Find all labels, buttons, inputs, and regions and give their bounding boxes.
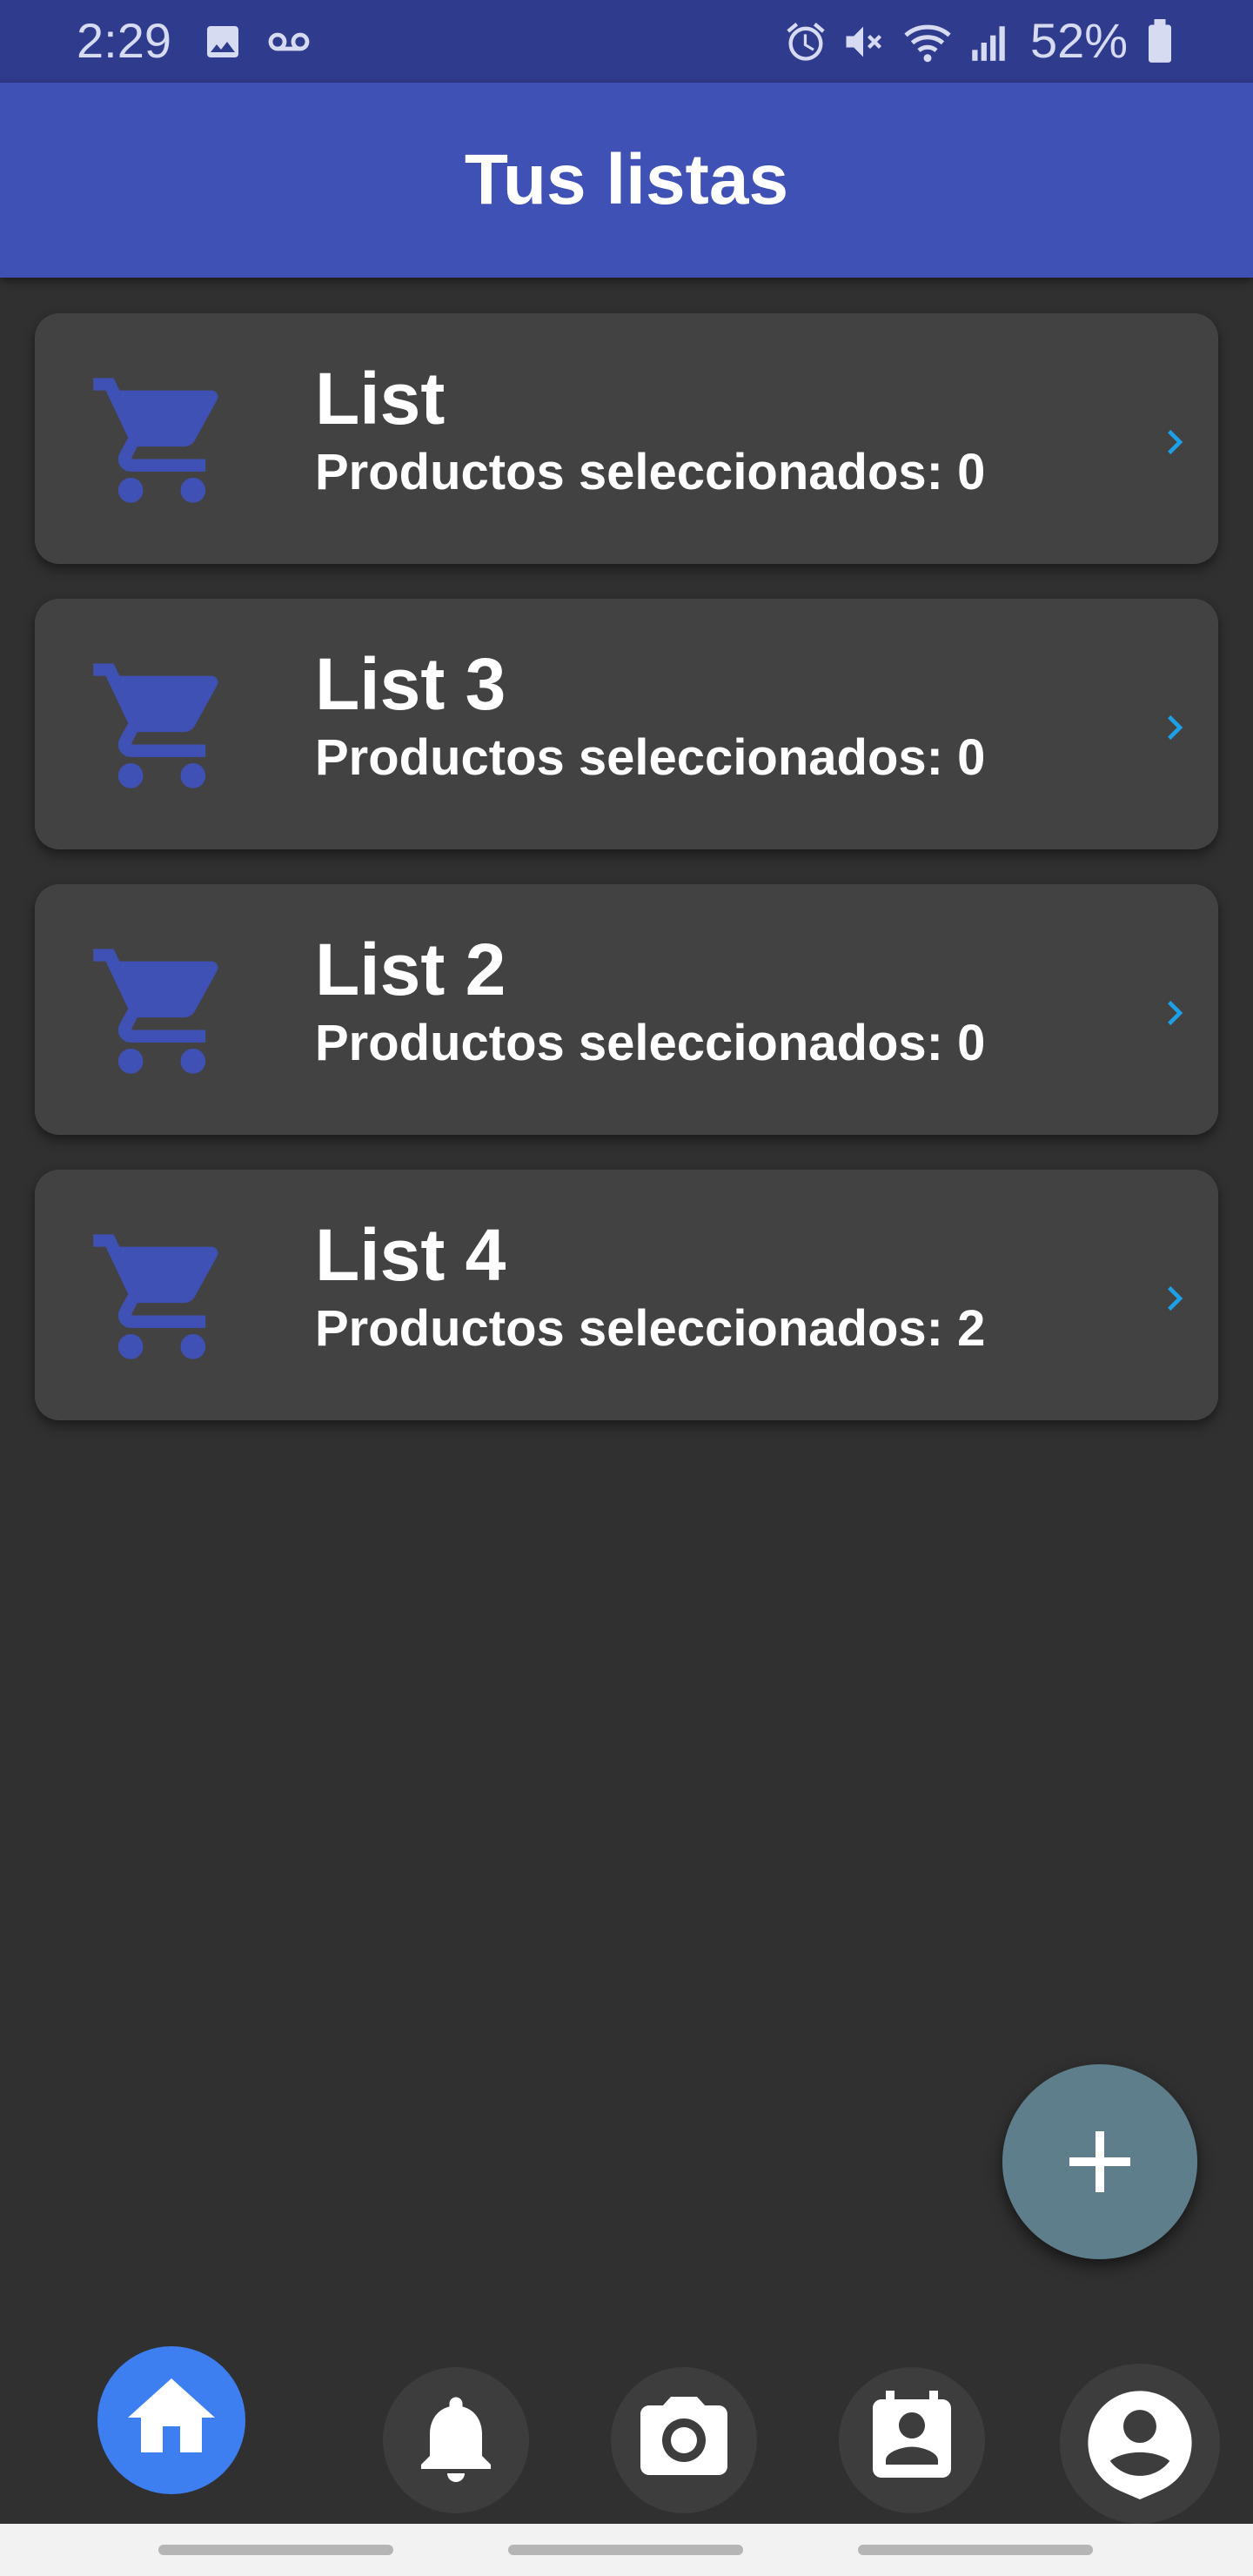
nav-notifications-button[interactable] [383, 2367, 529, 2513]
shopping-cart-icon [87, 936, 237, 1086]
home-icon [128, 2378, 215, 2452]
system-navigation-bar [0, 2524, 1253, 2576]
shopping-cart-icon [87, 1222, 237, 1372]
wifi-icon [901, 17, 954, 66]
list-card[interactable]: List Productos seleccionados: 0 [35, 313, 1218, 564]
back-gesture-pill[interactable] [858, 2545, 1093, 2555]
bell-icon [421, 2397, 491, 2482]
list-subtitle: Productos seleccionados: 0 [315, 444, 986, 500]
shopping-cart-icon [87, 366, 237, 515]
chevron-right-icon [1150, 418, 1199, 466]
gallery-icon [202, 21, 244, 63]
app-bar: Tus listas [0, 83, 1253, 278]
list-title: List 2 [315, 929, 506, 1010]
voicemail-icon [265, 21, 313, 63]
list-card[interactable]: List 4 Productos seleccionados: 2 [35, 1170, 1218, 1420]
recents-gesture-pill[interactable] [158, 2545, 393, 2555]
list-subtitle: Productos seleccionados: 0 [315, 729, 986, 786]
nav-profile-button[interactable] [1060, 2364, 1220, 2524]
status-bar: 2:29 52% [0, 0, 1253, 83]
list-title: List 4 [315, 1214, 506, 1296]
battery-icon [1145, 19, 1175, 64]
list-subtitle: Productos seleccionados: 0 [315, 1015, 986, 1071]
nav-camera-button[interactable] [611, 2367, 757, 2513]
bottom-navigation [0, 2332, 1253, 2524]
list-title: List 3 [315, 643, 506, 725]
home-gesture-pill[interactable] [508, 2545, 743, 2555]
mute-icon [841, 19, 886, 64]
battery-percentage: 52% [1030, 13, 1129, 68]
chevron-right-icon [1150, 703, 1199, 752]
page-title: Tus listas [464, 140, 789, 219]
list-title: List [315, 358, 446, 439]
nav-contacts-button[interactable] [839, 2367, 985, 2513]
add-list-button[interactable] [1002, 2064, 1197, 2259]
signal-icon [966, 21, 1011, 64]
contacts-icon [873, 2391, 951, 2478]
list-subtitle: Productos seleccionados: 2 [315, 1300, 986, 1357]
plus-icon [1069, 2131, 1130, 2192]
alarm-icon [783, 19, 828, 64]
camera-icon [640, 2397, 727, 2475]
chevron-right-icon [1150, 989, 1199, 1037]
shopping-cart-icon [87, 651, 237, 801]
list-card[interactable]: List 3 Productos seleccionados: 0 [35, 599, 1218, 849]
lists-container: List Productos seleccionados: 0 List 3 P… [35, 313, 1218, 1455]
list-card[interactable]: List 2 Productos seleccionados: 0 [35, 884, 1218, 1135]
status-time: 2:29 [77, 13, 171, 68]
chevron-right-icon [1150, 1274, 1199, 1323]
nav-home-button[interactable] [97, 2346, 245, 2494]
profile-icon [1088, 2391, 1192, 2499]
